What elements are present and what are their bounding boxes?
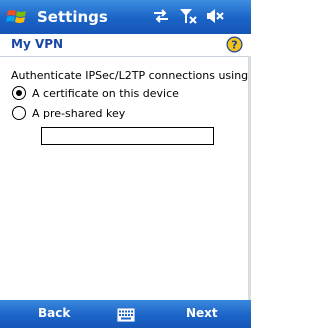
- app-title: Settings: [37, 8, 108, 26]
- status-icons: [151, 7, 225, 27]
- option-certificate[interactable]: A certificate on this device: [12, 86, 179, 100]
- windows-start-icon[interactable]: [6, 8, 28, 26]
- vpn-auth-form: Authenticate IPSec/L2TP connections usin…: [0, 57, 252, 300]
- keyboard-icon[interactable]: [117, 307, 135, 322]
- page-header: My VPN ?: [0, 34, 251, 57]
- softkey-bar: Back Next: [0, 300, 251, 328]
- auth-method-prompt: Authenticate IPSec/L2TP connections usin…: [11, 69, 252, 82]
- back-button[interactable]: Back: [38, 306, 70, 320]
- certificate-label: A certificate on this device: [32, 86, 179, 100]
- preshared-key-radio[interactable]: [12, 106, 26, 120]
- volume-mute-icon[interactable]: [205, 7, 225, 27]
- help-icon[interactable]: ?: [226, 36, 243, 53]
- signal-off-icon[interactable]: [178, 7, 198, 27]
- next-button[interactable]: Next: [186, 306, 218, 320]
- scrollbar-track: [248, 56, 251, 300]
- title-bar: Settings: [0, 0, 251, 34]
- certificate-radio[interactable]: [12, 86, 26, 100]
- option-preshared-key[interactable]: A pre-shared key: [12, 106, 125, 120]
- svg-text:?: ?: [231, 39, 237, 52]
- connectivity-icon[interactable]: [151, 7, 171, 27]
- page-title: My VPN: [11, 37, 64, 51]
- preshared-key-label: A pre-shared key: [32, 106, 126, 120]
- preshared-key-input[interactable]: [41, 127, 214, 145]
